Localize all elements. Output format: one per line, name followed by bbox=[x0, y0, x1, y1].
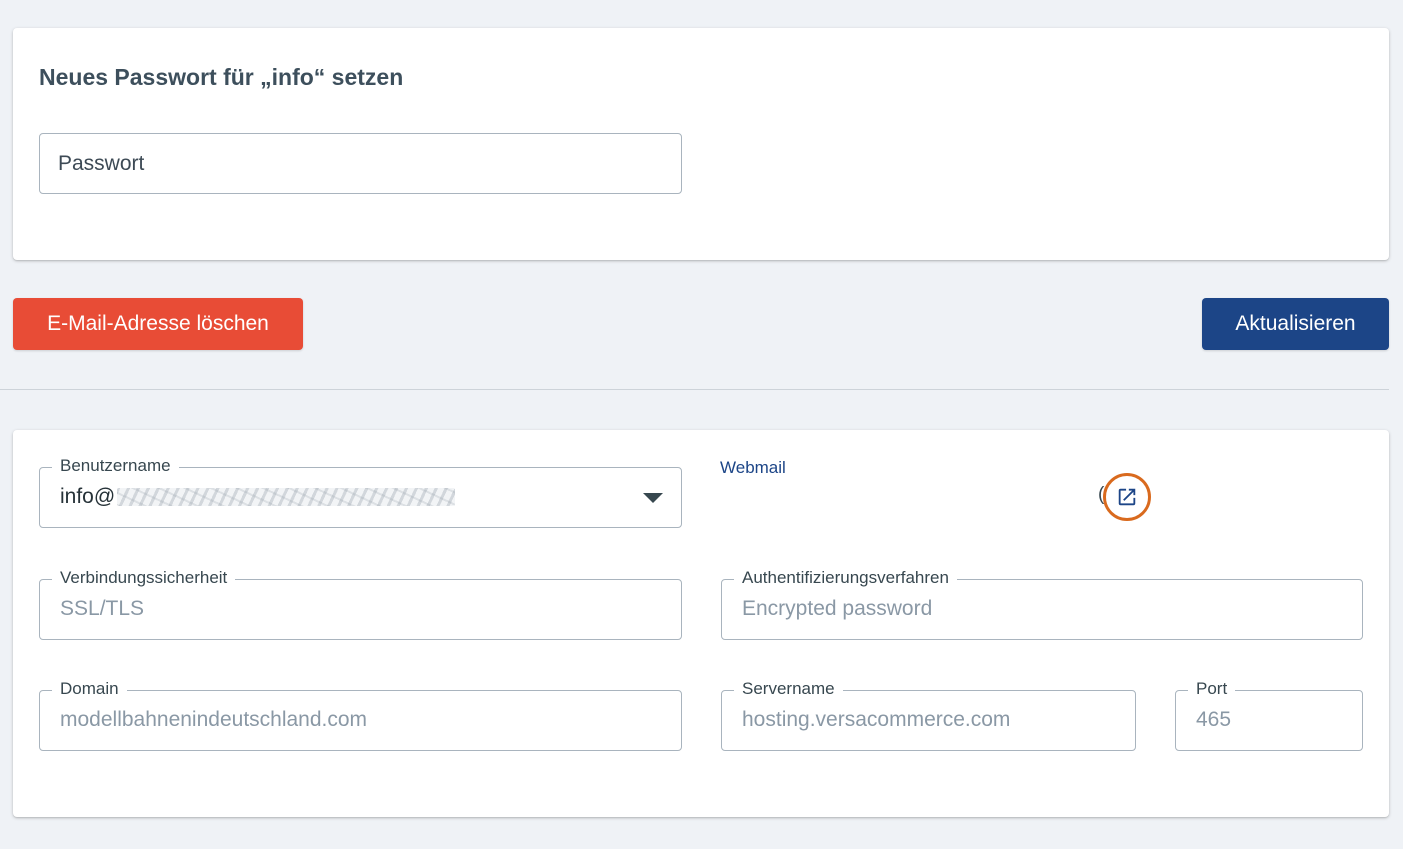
delete-email-button[interactable]: E-Mail-Adresse löschen bbox=[13, 298, 303, 350]
domain-value: modellbahnenindeutschland.com bbox=[60, 708, 368, 731]
username-label: Benutzername bbox=[52, 455, 179, 477]
redacted-text bbox=[117, 488, 456, 507]
servername-field[interactable]: Servername hosting.versacommerce.com bbox=[721, 678, 1136, 751]
connection-security-field[interactable]: Verbindungssicherheit SSL/TLS bbox=[39, 567, 682, 640]
port-label: Port bbox=[1188, 678, 1236, 700]
domain-label: Domain bbox=[52, 678, 127, 700]
auth-method-field[interactable]: Authentifizierungsverfahren Encrypted pa… bbox=[721, 567, 1363, 640]
password-card-title: Neues Passwort für „info“ setzen bbox=[39, 64, 404, 90]
connection-security-value: SSL/TLS bbox=[60, 597, 145, 620]
servername-label: Servername bbox=[734, 678, 843, 700]
connection-security-label: Verbindungssicherheit bbox=[52, 567, 236, 589]
domain-field[interactable]: Domain modellbahnenindeutschland.com bbox=[39, 678, 682, 751]
chevron-down-icon[interactable] bbox=[643, 493, 663, 503]
auth-method-value: Encrypted password bbox=[742, 597, 933, 620]
mail-settings-card: Benutzername info@ Webmail ( Verbindungs… bbox=[13, 430, 1389, 817]
update-button[interactable]: Aktualisieren bbox=[1202, 298, 1389, 350]
password-card: Neues Passwort für „info“ setzen bbox=[13, 28, 1389, 260]
username-select[interactable]: Benutzername info@ bbox=[39, 455, 682, 528]
auth-method-label: Authentifizierungsverfahren bbox=[734, 567, 957, 589]
servername-value: hosting.versacommerce.com bbox=[742, 708, 1011, 731]
username-value: info@ bbox=[60, 485, 456, 509]
section-divider bbox=[0, 389, 1389, 390]
webmail-external-link-button[interactable] bbox=[1103, 473, 1151, 521]
port-field[interactable]: Port 465 bbox=[1175, 678, 1363, 751]
external-link-icon bbox=[1118, 488, 1136, 506]
webmail-label: Webmail bbox=[720, 458, 786, 477]
password-input[interactable] bbox=[39, 133, 682, 194]
port-value: 465 bbox=[1196, 708, 1232, 731]
